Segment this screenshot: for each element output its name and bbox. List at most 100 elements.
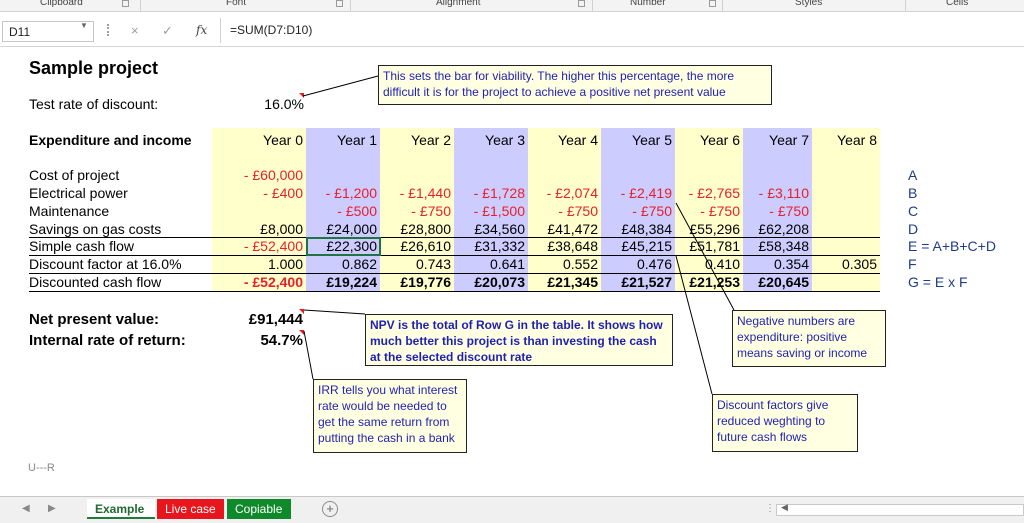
clipboard-launcher-icon[interactable]	[122, 0, 129, 7]
cell-value[interactable]: - £750	[743, 203, 809, 219]
cell-value[interactable]: £21,345	[528, 274, 598, 290]
worksheet[interactable]: Sample project Test rate of discount: 16…	[0, 48, 1024, 495]
ribbon-group-styles[interactable]: Styles	[795, 0, 822, 8]
cell-value[interactable]: £19,224	[306, 274, 377, 290]
cell-value[interactable]: - £1,728	[454, 185, 525, 201]
number-launcher-icon[interactable]	[709, 0, 716, 7]
npv-label: Net present value:	[29, 311, 160, 328]
ribbon-group-labels: Clipboard Font Alignment Number Styles C…	[0, 0, 1024, 12]
row-border	[29, 237, 880, 238]
cell-value[interactable]: £45,215	[601, 238, 672, 254]
cell-value[interactable]: - £1,440	[380, 185, 451, 201]
cell-value[interactable]: £55,296	[675, 221, 740, 237]
cell-value[interactable]: £20,645	[743, 274, 809, 290]
test-rate-value[interactable]: 16.0%	[232, 96, 304, 112]
cell-value[interactable]: £21,527	[601, 274, 672, 290]
cell-value[interactable]: 1.000	[212, 256, 303, 272]
ribbon-group-number[interactable]: Number	[630, 0, 666, 8]
row-key-letter: A	[908, 167, 918, 183]
cell-value[interactable]: £26,610	[380, 238, 451, 254]
cell-value[interactable]: - £52,400	[212, 238, 303, 254]
cell-value[interactable]: - £400	[212, 185, 303, 201]
cell-value[interactable]: - £2,419	[601, 185, 672, 201]
page-title: Sample project	[29, 58, 159, 78]
row-key-letter: D	[908, 221, 919, 237]
year-header: Year 3	[485, 132, 525, 148]
cell-value[interactable]: £21,253	[675, 274, 740, 290]
year-header: Year 5	[632, 132, 672, 148]
tab-example[interactable]: Example	[87, 499, 155, 519]
ribbon-group-alignment[interactable]: Alignment	[436, 0, 480, 8]
year-header: Year 0	[263, 132, 303, 148]
tab-copiable[interactable]: Copiable	[227, 499, 291, 519]
selected-cell[interactable]	[306, 237, 381, 256]
cell-value[interactable]: £34,560	[454, 221, 525, 237]
cell-value[interactable]: - £1,500	[454, 203, 525, 219]
cell-value[interactable]: - £2,765	[675, 185, 740, 201]
add-sheet-icon[interactable]: +	[322, 501, 338, 517]
tab-live-case[interactable]: Live case	[157, 499, 224, 519]
cell-value[interactable]: £28,800	[380, 221, 451, 237]
cell-value[interactable]: 0.862	[306, 256, 377, 272]
cell-value[interactable]: 0.552	[528, 256, 598, 272]
year-header: Year 7	[769, 132, 809, 148]
cell-value[interactable]: - £60,000	[212, 167, 303, 183]
year-header: Year 1	[337, 132, 377, 148]
row-border	[29, 291, 880, 292]
cell-value[interactable]: £24,000	[306, 221, 377, 237]
row-border	[29, 255, 880, 256]
cell-value[interactable]: 0.476	[601, 256, 672, 272]
cell-value[interactable]: £38,648	[528, 238, 598, 254]
cell-value[interactable]: £58,348	[743, 238, 809, 254]
tab-scroll-left-icon[interactable]: ◀	[22, 503, 30, 514]
alignment-launcher-icon[interactable]	[578, 0, 585, 7]
cancel-icon[interactable]: ×	[131, 23, 139, 38]
cell-value[interactable]: - £2,074	[528, 185, 598, 201]
year-header: Year 4	[558, 132, 598, 148]
ribbon-group-font[interactable]: Font	[226, 0, 246, 8]
cell-value[interactable]: 0.354	[743, 256, 809, 272]
cell-value[interactable]: 0.410	[675, 256, 740, 272]
cell-value[interactable]: £31,332	[454, 238, 525, 254]
cell-value[interactable]: - £3,110	[743, 185, 809, 201]
scroll-left-arrow-icon[interactable]: ◀	[781, 502, 788, 513]
ribbon-group-clipboard[interactable]: Clipboard	[40, 0, 83, 8]
row-key-letter: G = E x F	[908, 274, 968, 290]
cell-value[interactable]: 0.743	[380, 256, 451, 272]
cell-value[interactable]: £8,000	[212, 221, 303, 237]
cell-value[interactable]: £19,776	[380, 274, 451, 290]
cell-value[interactable]: - £750	[528, 203, 598, 219]
horizontal-scrollbar[interactable]	[776, 504, 1024, 516]
row-key-letter: B	[908, 185, 918, 201]
cell-value[interactable]: - £750	[675, 203, 740, 219]
tab-split-handle[interactable]: ⋮	[765, 503, 775, 514]
row-label: Cost of project	[29, 167, 120, 183]
ribbon-separator	[350, 0, 351, 11]
row-label: Maintenance	[29, 203, 110, 219]
row-border	[29, 273, 880, 274]
cell-value[interactable]: £62,208	[743, 221, 809, 237]
cell-value[interactable]: £20,073	[454, 274, 525, 290]
cell-value[interactable]: - £52,400	[212, 274, 303, 290]
cell-value[interactable]: - £1,200	[306, 185, 377, 201]
enter-check-icon[interactable]: ✓	[162, 23, 173, 39]
cell-value[interactable]: - £500	[306, 203, 377, 219]
insert-function-icon[interactable]: fx	[196, 23, 207, 37]
name-box-dropdown-icon[interactable]: ▼	[80, 21, 88, 30]
sheet-tab-bar: ◀ ▶ Example Live case Copiable + ⋮ ◀	[0, 496, 1024, 523]
formula-bar: D11 ▼ × ✓ fx =SUM(D7:D10)	[0, 13, 1024, 47]
cell-value[interactable]: £51,781	[675, 238, 740, 254]
cell-value[interactable]: - £750	[380, 203, 451, 219]
cell-value[interactable]: 0.305	[812, 256, 877, 272]
ribbon-group-cells[interactable]: Cells	[946, 0, 968, 8]
npv-value[interactable]: £91,444	[212, 312, 303, 328]
cell-value[interactable]: - £750	[601, 203, 672, 219]
cell-value[interactable]: £41,472	[528, 221, 598, 237]
tab-scroll-right-icon[interactable]: ▶	[48, 503, 56, 514]
cell-value[interactable]: £48,384	[601, 221, 672, 237]
formula-input[interactable]: =SUM(D7:D10)	[230, 23, 312, 37]
irr-value[interactable]: 54.7%	[212, 333, 303, 349]
font-launcher-icon[interactable]	[336, 0, 343, 7]
formula-bar-resize-handle[interactable]	[107, 24, 109, 36]
cell-value[interactable]: 0.641	[454, 256, 525, 272]
